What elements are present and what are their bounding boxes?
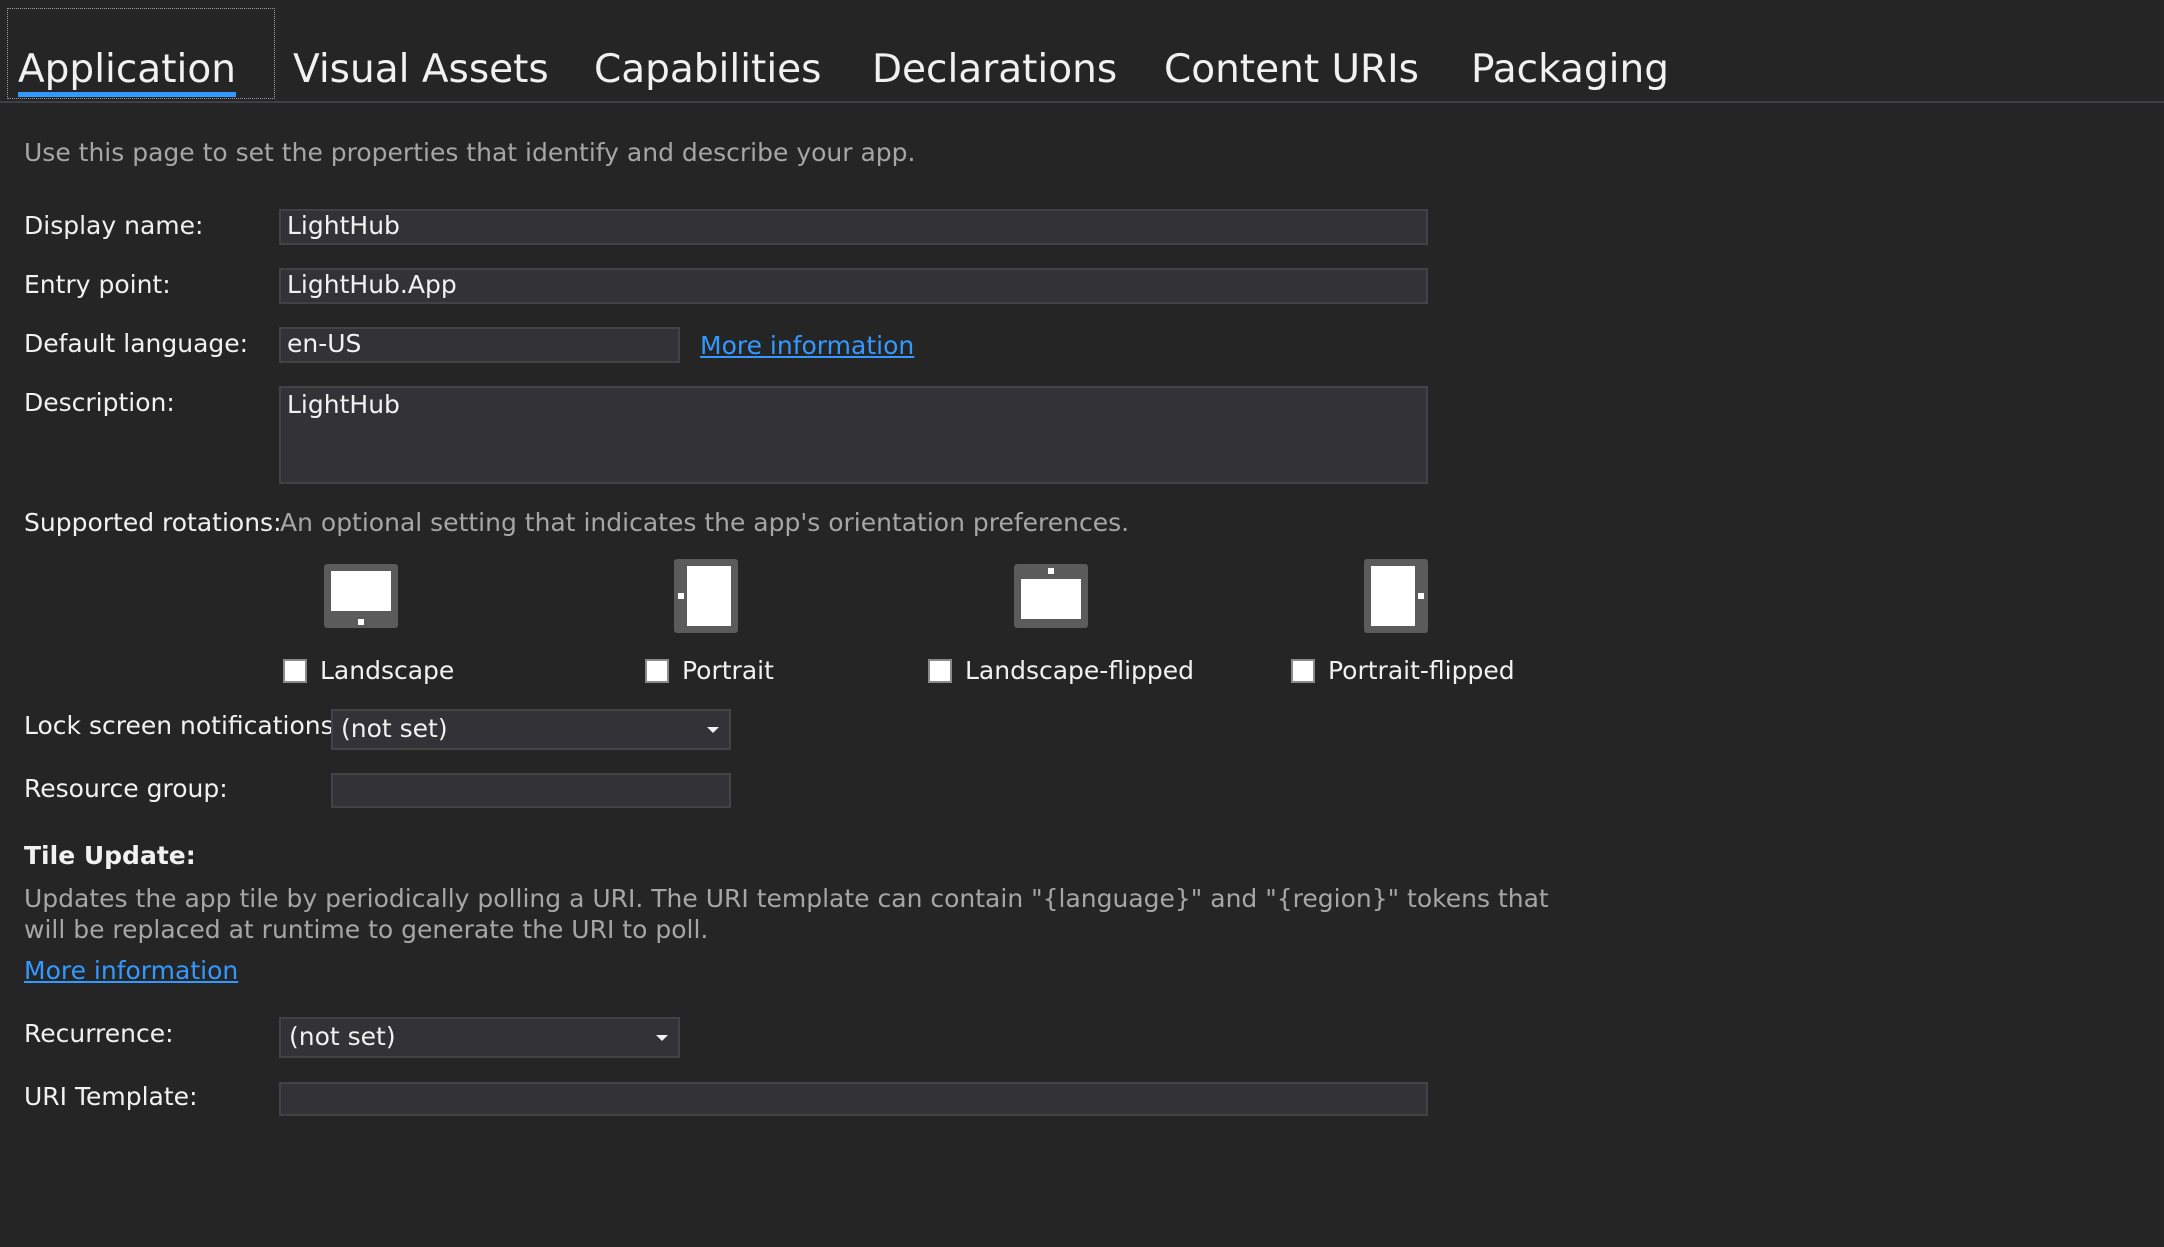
- landscape-device-icon: [324, 564, 398, 628]
- display-name-field[interactable]: LightHub: [279, 209, 1428, 245]
- tab-label: Capabilities: [594, 47, 822, 92]
- tab-label: Visual Assets: [293, 47, 549, 92]
- landscape-flipped-label: Landscape-flipped: [965, 656, 1195, 685]
- recurrence-select[interactable]: (not set): [279, 1017, 680, 1058]
- portrait-flipped-device-icon: [1364, 559, 1428, 633]
- tile-update-description-line1: Updates the app tile by periodically pol…: [24, 884, 1549, 913]
- lock-screen-select[interactable]: (not set): [331, 709, 731, 750]
- default-language-label: Default language:: [24, 329, 249, 358]
- landscape-label: Landscape: [320, 656, 455, 685]
- entry-point-label: Entry point:: [24, 270, 171, 299]
- uri-template-field[interactable]: [279, 1082, 1428, 1116]
- description-label: Description:: [24, 388, 175, 417]
- tab-visual-assets[interactable]: Visual Assets: [293, 44, 549, 96]
- resource-group-field[interactable]: [331, 773, 731, 808]
- tab-label: Packaging: [1471, 47, 1669, 92]
- display-name-label: Display name:: [24, 211, 204, 240]
- lock-screen-label: Lock screen notifications:: [24, 711, 343, 740]
- app-manifest-page: Application Visual Assets Capabilities D…: [0, 0, 2164, 1247]
- default-language-more-info-link[interactable]: More information: [700, 330, 914, 362]
- page-intro: Use this page to set the properties that…: [24, 138, 916, 167]
- lock-screen-value: (not set): [341, 714, 448, 743]
- tab-packaging[interactable]: Packaging: [1471, 44, 1669, 96]
- landscape-flipped-checkbox[interactable]: [928, 659, 952, 683]
- uri-template-label: URI Template:: [24, 1082, 198, 1111]
- tab-declarations[interactable]: Declarations: [872, 44, 1117, 96]
- tile-update-heading: Tile Update:: [24, 841, 196, 870]
- default-language-field[interactable]: en-US: [279, 327, 680, 363]
- portrait-flipped-label: Portrait-flipped: [1328, 656, 1515, 685]
- chevron-down-icon: [656, 1035, 668, 1041]
- description-textarea[interactable]: LightHub: [279, 386, 1428, 484]
- entry-point-field[interactable]: LightHub.App: [279, 268, 1428, 304]
- tabs-divider: [0, 101, 2164, 103]
- landscape-flipped-device-icon: [1014, 564, 1088, 628]
- tab-label: Application: [18, 47, 236, 97]
- tab-label: Content URIs: [1164, 47, 1419, 92]
- recurrence-value: (not set): [289, 1022, 396, 1051]
- portrait-checkbox[interactable]: [645, 659, 669, 683]
- tab-application[interactable]: Application: [18, 44, 236, 97]
- tab-label: Declarations: [872, 47, 1118, 92]
- recurrence-label: Recurrence:: [24, 1019, 174, 1048]
- tile-update-more-info-link[interactable]: More information: [24, 955, 238, 987]
- resource-group-label: Resource group:: [24, 774, 228, 803]
- chevron-down-icon: [707, 727, 719, 733]
- supported-rotations-label: Supported rotations:: [24, 508, 282, 537]
- tab-content-uris[interactable]: Content URIs: [1164, 44, 1419, 96]
- landscape-checkbox[interactable]: [283, 659, 307, 683]
- supported-rotations-hint: An optional setting that indicates the a…: [280, 508, 1130, 537]
- tab-capabilities[interactable]: Capabilities: [594, 44, 822, 96]
- portrait-label: Portrait: [682, 656, 774, 685]
- tile-update-description-line2: will be replaced at runtime to generate …: [24, 915, 709, 944]
- portrait-flipped-checkbox[interactable]: [1291, 659, 1315, 683]
- portrait-device-icon: [674, 559, 738, 633]
